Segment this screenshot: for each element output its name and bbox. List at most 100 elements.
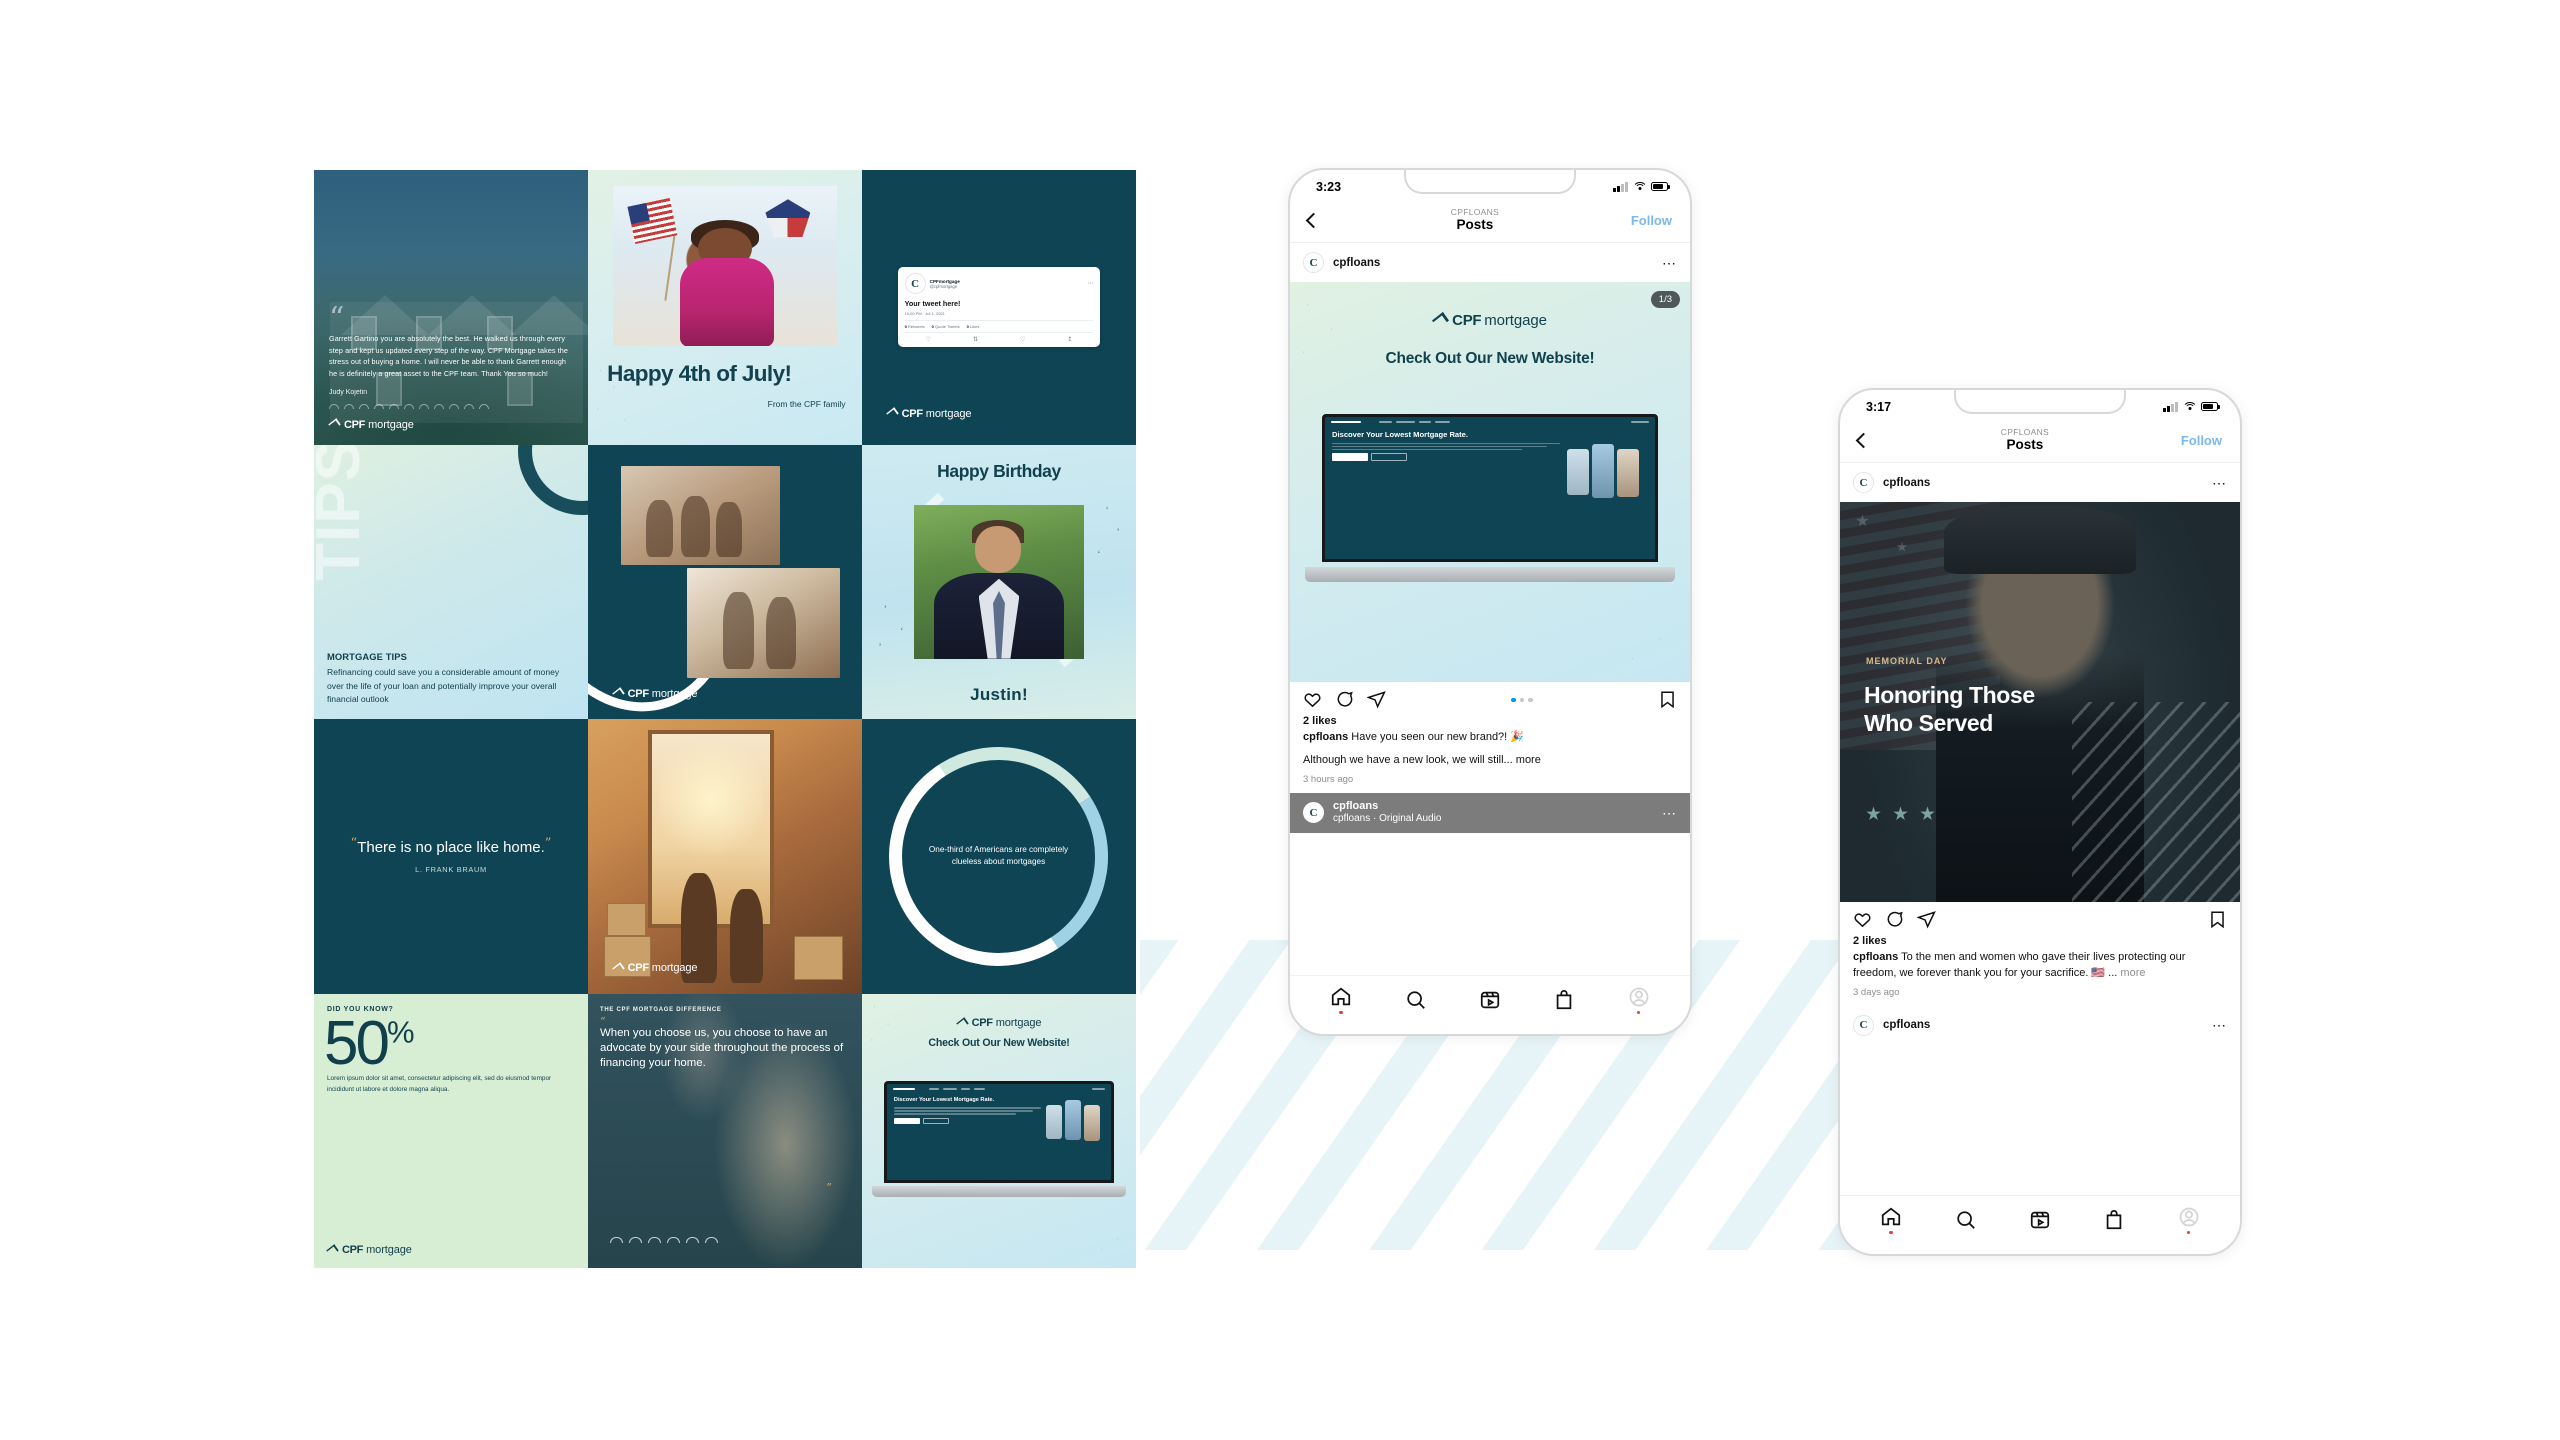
cpf-logo-light: mortgage [1484,312,1547,330]
avatar[interactable]: C [1853,472,1874,494]
home-icon[interactable] [1880,1206,1902,1228]
post-media-memorial[interactable]: MEMORIAL DAY Honoring Those Who Served [1840,502,2240,903]
memorial-kicker: MEMORIAL DAY [1866,656,1948,667]
share-icon[interactable] [1917,910,1936,929]
next-post-username[interactable]: cpfloans [1883,1019,1930,1031]
website-heading: Check Out Our New Website! [928,1037,1070,1050]
cpf-logo-light: mortgage [995,1017,1042,1030]
audio-attribution-bar[interactable]: C cpfloans cpfloans · Original Audio ⋯ [1290,792,1690,833]
testimonial-author: Judy Kojetin [329,388,368,396]
search-icon[interactable] [1405,989,1427,1011]
tab-reels[interactable] [2029,1209,2051,1231]
avatar[interactable]: C [1303,802,1324,824]
post-media-carousel[interactable]: 1/3 ’ ‘ ’ ‘ ’ CPF mortgage Check Out Our… [1290,282,1690,683]
share-icon[interactable] [1367,690,1386,709]
wifi-icon [2183,402,2196,412]
avatar[interactable]: C [1303,252,1324,274]
site-nav [887,1084,1111,1094]
comment-icon[interactable] [1885,910,1904,929]
follow-button[interactable]: Follow [2181,433,2226,448]
tab-shop[interactable] [1553,989,1575,1011]
profile-icon[interactable] [2178,1206,2200,1228]
tab-shop[interactable] [2103,1209,2125,1231]
grid-tile-moving-day[interactable]: CPF mortgage [588,719,862,994]
arc-decoration [329,403,573,409]
like-icon[interactable] [1853,910,1872,929]
search-icon[interactable] [1955,1209,1977,1231]
grid-tile-did-you-know[interactable]: DID YOU KNOW? 50% Lorem ipsum dolor sit … [314,993,588,1268]
post-caption: cpfloans To the men and women who gave t… [1840,948,2240,981]
cellular-signal-icon [2163,402,2178,412]
grid-tile-stat-ring[interactable]: One-third of Americans are completely cl… [862,719,1136,994]
tweet-header: C CPFmortgage @cpfmortgage ⋯ [904,273,1093,295]
grid-tile-mortgage-tips[interactable]: TIPS MORTGAGE TIPS Refinancing could sav… [314,444,588,719]
july-photo [612,186,838,346]
cpf-logo-mark [1432,312,1450,330]
audio-more-icon[interactable]: ⋯ [1662,805,1677,820]
stat-ring-graphic: One-third of Americans are completely cl… [869,726,1129,987]
shop-icon[interactable] [1553,989,1575,1011]
grid-tile-tweet-template[interactable]: C CPFmortgage @cpfmortgage ⋯ Your tweet … [862,170,1136,445]
reels-icon[interactable] [1479,989,1501,1011]
pinwheel-icon [765,199,811,238]
grid-tile-home-quote[interactable]: “There is no place like home.” L. FRANK … [314,719,588,994]
laptop-base [1305,567,1675,583]
post-username[interactable]: cpfloans [1883,477,1930,489]
tab-reels[interactable] [1479,989,1501,1011]
social-content-grid: “ Garrett Gartino you are absolutely the… [314,170,1136,1268]
next-post-author-bar: C cpfloans ⋯ [1840,1006,2240,1045]
laptop-mockup: Discover Your Lowest Mortgage Rate. [872,1081,1126,1197]
difference-text: When you choose us, you choose to have a… [600,1027,844,1070]
grid-tile-july-fourth[interactable]: ’ ‘ ’ ‘ Happy 4th of July! From the CPF … [588,170,862,445]
follow-button[interactable]: Follow [1631,213,1676,228]
tweet-reply-icon: ♡ [925,337,931,344]
cpf-logo-mark [611,962,625,975]
tab-home[interactable] [1330,986,1352,1014]
status-time: 3:23 [1316,179,1342,194]
reels-icon[interactable] [2029,1209,2051,1231]
tab-home[interactable] [1880,1206,1902,1234]
caption-username[interactable]: cpfloans [1853,951,1898,963]
grid-tile-testimonial[interactable]: “ Garrett Gartino you are absolutely the… [314,170,588,445]
cpf-logo-bold: CPF [344,418,366,431]
bookmark-icon[interactable] [1658,690,1677,709]
like-count: 2 likes [1853,935,1887,948]
wifi-icon [1633,182,1646,192]
shop-icon[interactable] [2103,1209,2125,1231]
avatar[interactable]: C [1853,1014,1874,1036]
next-post-more-icon[interactable]: ⋯ [2212,1018,2227,1033]
more-link[interactable]: more [1516,754,1541,766]
tab-search[interactable] [1405,989,1427,1011]
dyk-number: 50 [324,1008,390,1078]
grid-tile-birthday[interactable]: Happy Birthday ’ ‘ ’ ‘ ’ ‘ Justin! [862,444,1136,719]
more-link[interactable]: more [2120,967,2145,979]
close-quote-icon: ” [826,1180,832,1194]
home-icon[interactable] [1330,986,1352,1008]
post-username[interactable]: cpfloans [1333,257,1380,269]
post-more-icon[interactable]: ⋯ [2212,475,2227,490]
cpf-logo-light: mortgage [925,407,972,420]
quote-mark-icon: “ [329,300,345,336]
grid-tile-cpf-difference[interactable]: THE CPF MORTGAGE DIFFERENCE “ When you c… [588,993,862,1268]
comment-icon[interactable] [1335,690,1354,709]
tab-search[interactable] [1955,1209,1977,1231]
july-subtitle: From the CPF family [767,398,846,409]
post-more-icon[interactable]: ⋯ [1662,255,1677,270]
grid-tile-new-website[interactable]: ’ ‘ ’ ‘ ’ CPF mortgage Check Out Our New… [862,993,1136,1268]
cpf-logo-light: mortgage [651,687,698,700]
like-icon[interactable] [1303,690,1322,709]
tips-body: Refinancing could save you a considerabl… [327,667,560,705]
grid-tile-family-photos[interactable]: CPF mortgage [588,444,862,719]
memorial-title-line1: Honoring Those [1864,682,2035,709]
battery-icon [2201,402,2220,411]
birthday-title: Happy Birthday [937,460,1061,481]
caption-username[interactable]: cpfloans [1303,731,1348,743]
tab-profile[interactable] [2178,1206,2200,1234]
profile-icon[interactable] [1628,986,1650,1008]
notification-dot [1637,1010,1641,1014]
flag-stars [1856,514,1944,618]
testimonial-quote: Garrett Gartino you are absolutely the b… [329,333,568,378]
tab-profile[interactable] [1628,986,1650,1014]
bookmark-icon[interactable] [2208,910,2227,929]
cpf-logo-bold: CPF [901,407,923,420]
